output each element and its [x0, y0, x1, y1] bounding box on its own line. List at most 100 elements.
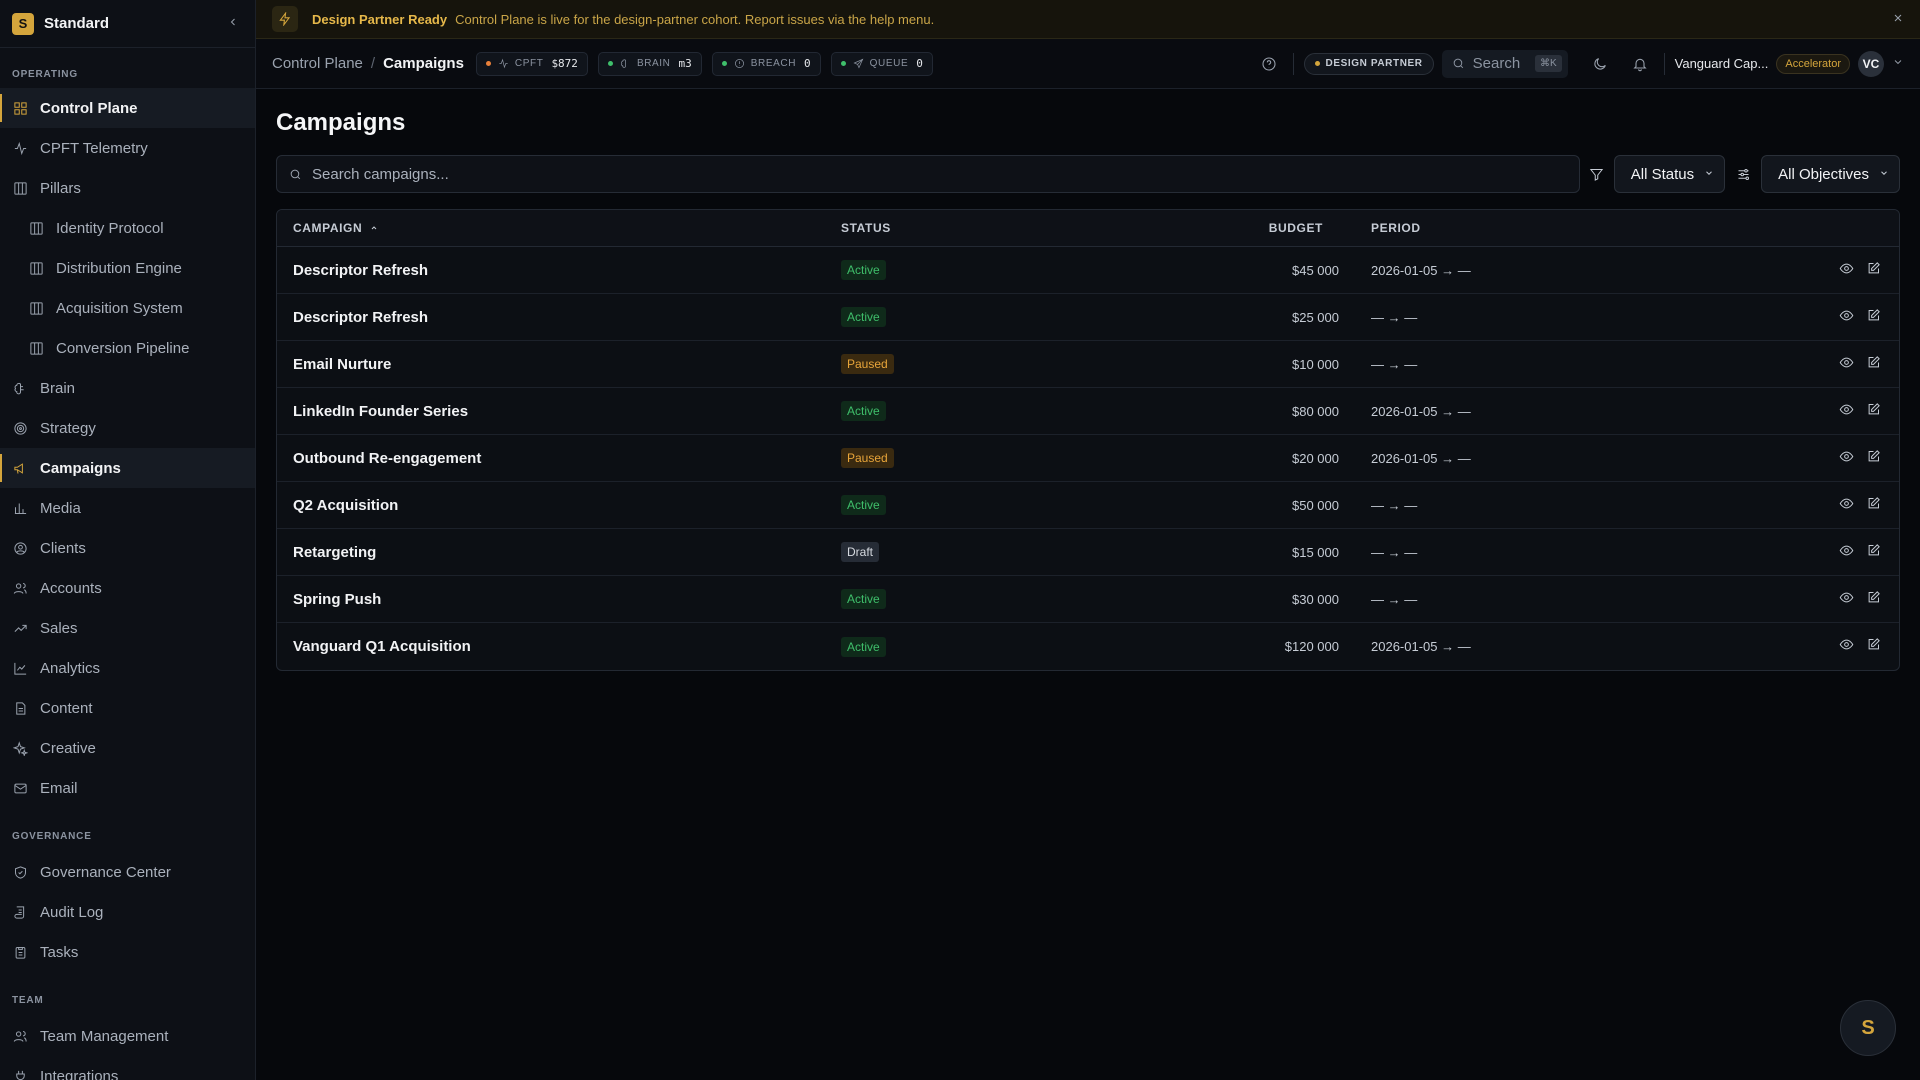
sidebar-item-creative[interactable]: Creative	[0, 728, 255, 768]
table-row[interactable]: Q2 Acquisition Active $50 000 — → —	[277, 482, 1899, 529]
campaign-budget: $50 000	[1292, 497, 1339, 513]
sidebar-item-acquisition-system[interactable]: Acquisition System	[0, 288, 255, 328]
account-menu-button[interactable]	[1892, 55, 1904, 72]
org-name[interactable]: Vanguard Cap...	[1675, 56, 1769, 71]
help-icon	[1261, 56, 1276, 71]
edit-button[interactable]	[1866, 590, 1881, 609]
notifications-button[interactable]	[1626, 50, 1654, 78]
edit-button[interactable]	[1866, 496, 1881, 515]
column-campaign[interactable]: CAMPAIGN	[277, 221, 841, 235]
metric-cpft[interactable]: CPFT $872	[475, 51, 588, 76]
sidebar-item-label: Strategy	[40, 419, 96, 437]
edit-button[interactable]	[1866, 449, 1881, 468]
sidebar-item-campaigns[interactable]: Campaigns	[0, 448, 255, 488]
campaign-search-input[interactable]	[312, 165, 1567, 183]
shield-icon	[12, 864, 28, 880]
global-search-button[interactable]: Search ⌘K	[1441, 49, 1568, 78]
edit-button[interactable]	[1866, 308, 1881, 327]
sidebar-item-team-management[interactable]: Team Management	[0, 1016, 255, 1056]
campaign-name[interactable]: LinkedIn Founder Series	[277, 403, 841, 420]
users-icon	[12, 1028, 28, 1044]
edit-button[interactable]	[1866, 261, 1881, 280]
campaign-name[interactable]: Vanguard Q1 Acquisition	[277, 638, 841, 655]
edit-button[interactable]	[1866, 355, 1881, 374]
sidebar-item-sales[interactable]: Sales	[0, 608, 255, 648]
collapse-sidebar-button[interactable]	[223, 15, 243, 33]
sidebar-item-distribution-engine[interactable]: Distribution Engine	[0, 248, 255, 288]
campaign-name[interactable]: Descriptor Refresh	[277, 309, 841, 326]
sidebar-item-clients[interactable]: Clients	[0, 528, 255, 568]
status-filter-select[interactable]: All Status	[1613, 155, 1726, 193]
view-button[interactable]	[1839, 261, 1854, 280]
column-budget[interactable]: BUDGET	[1201, 221, 1339, 235]
assistant-fab-button[interactable]: S	[1840, 1000, 1896, 1056]
design-partner-label: DESIGN PARTNER	[1325, 58, 1423, 69]
view-button[interactable]	[1839, 308, 1854, 327]
view-button[interactable]	[1839, 449, 1854, 468]
edit-button[interactable]	[1866, 637, 1881, 656]
view-button[interactable]	[1839, 496, 1854, 515]
sidebar-item-brain[interactable]: Brain	[0, 368, 255, 408]
campaign-name[interactable]: Retargeting	[277, 544, 841, 561]
view-button[interactable]	[1839, 637, 1854, 656]
sidebar-item-identity-protocol[interactable]: Identity Protocol	[0, 208, 255, 248]
metric-brain[interactable]: BRAIN m3	[597, 51, 702, 76]
chevron-down-icon	[1704, 168, 1714, 181]
sidebar-item-accounts[interactable]: Accounts	[0, 568, 255, 608]
sidebar-item-tasks[interactable]: Tasks	[0, 932, 255, 972]
mail-icon	[12, 780, 28, 796]
table-row[interactable]: Email Nurture Paused $10 000 — → —	[277, 341, 1899, 388]
sidebar-item-analytics[interactable]: Analytics	[0, 648, 255, 688]
metric-breach[interactable]: BREACH 0	[711, 51, 821, 76]
campaign-budget: $15 000	[1292, 544, 1339, 560]
lightning-icon	[272, 6, 298, 32]
theme-toggle-button[interactable]	[1586, 50, 1614, 78]
close-banner-button[interactable]	[1892, 11, 1904, 27]
sidebar-item-governance-center[interactable]: Governance Center	[0, 852, 255, 892]
edit-button[interactable]	[1866, 543, 1881, 562]
status-badge: Active	[841, 401, 886, 421]
edit-button[interactable]	[1866, 402, 1881, 421]
brand-logo[interactable]: S	[12, 12, 34, 35]
sidebar-item-media[interactable]: Media	[0, 488, 255, 528]
table-row[interactable]: Descriptor Refresh Active $25 000 — → —	[277, 294, 1899, 341]
sidebar-item-audit-log[interactable]: Audit Log	[0, 892, 255, 932]
campaign-name[interactable]: Spring Push	[277, 591, 841, 608]
campaign-name[interactable]: Descriptor Refresh	[277, 262, 841, 279]
view-button[interactable]	[1839, 590, 1854, 609]
sidebar-item-cpft-telemetry[interactable]: CPFT Telemetry	[0, 128, 255, 168]
view-button[interactable]	[1839, 543, 1854, 562]
campaign-name[interactable]: Email Nurture	[277, 356, 841, 373]
campaign-period: 2026-01-05 → —	[1371, 639, 1471, 654]
table-row[interactable]: Vanguard Q1 Acquisition Active $120 000 …	[277, 623, 1899, 670]
sidebar-item-integrations[interactable]: Integrations	[0, 1056, 255, 1080]
objective-filter-select[interactable]: All Objectives	[1761, 155, 1900, 193]
sidebar-item-label: Integrations	[40, 1067, 119, 1080]
sidebar-item-conversion-pipeline[interactable]: Conversion Pipeline	[0, 328, 255, 368]
table-row[interactable]: Retargeting Draft $15 000 — → —	[277, 529, 1899, 576]
sidebar-item-label: Accounts	[40, 579, 102, 597]
column-period[interactable]: PERIOD	[1339, 221, 1789, 235]
sidebar-item-strategy[interactable]: Strategy	[0, 408, 255, 448]
help-button[interactable]	[1255, 50, 1283, 78]
breadcrumb-control-plane[interactable]: Control Plane	[272, 55, 363, 72]
column-status[interactable]: STATUS	[841, 221, 1201, 235]
sidebar-item-control-plane[interactable]: Control Plane	[0, 88, 255, 128]
sidebar-item-content[interactable]: Content	[0, 688, 255, 728]
campaign-period: — → —	[1371, 309, 1418, 325]
table-row[interactable]: Spring Push Active $30 000 — → —	[277, 576, 1899, 623]
view-button[interactable]	[1839, 355, 1854, 374]
sidebar-item-label: Analytics	[40, 659, 101, 677]
campaign-name[interactable]: Q2 Acquisition	[277, 497, 841, 514]
table-row[interactable]: LinkedIn Founder Series Active $80 000 2…	[277, 388, 1899, 435]
sidebar-item-pillars[interactable]: Pillars	[0, 168, 255, 208]
table-row[interactable]: Outbound Re-engagement Paused $20 000 20…	[277, 435, 1899, 482]
metric-queue[interactable]: QUEUE 0	[830, 51, 933, 76]
view-button[interactable]	[1839, 402, 1854, 421]
table-row[interactable]: Descriptor Refresh Active $45 000 2026-0…	[277, 247, 1899, 294]
edit-icon	[1868, 449, 1880, 461]
avatar[interactable]: VC	[1858, 50, 1884, 77]
sidebar-item-email[interactable]: Email	[0, 768, 255, 808]
campaign-name[interactable]: Outbound Re-engagement	[277, 450, 841, 467]
campaign-period: 2026-01-05 → —	[1371, 403, 1471, 419]
